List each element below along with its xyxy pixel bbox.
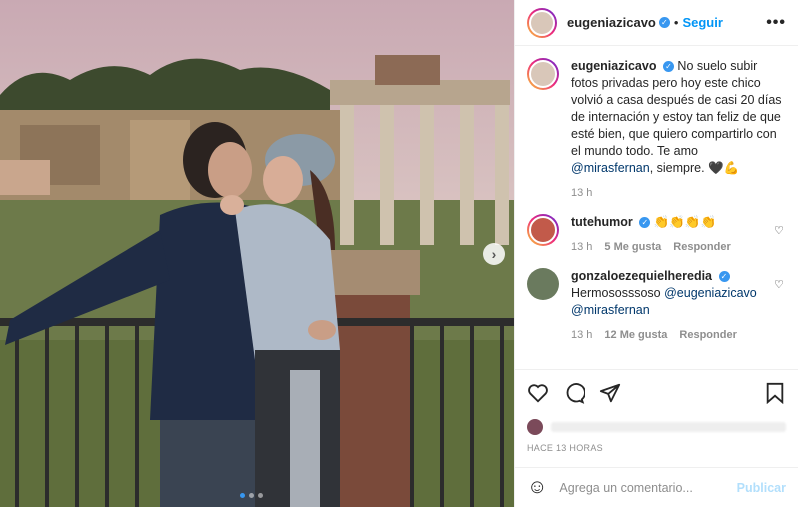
verified-icon: ✓: [639, 217, 651, 229]
caption-username[interactable]: eugeniazicavo: [571, 59, 656, 73]
photo-image: [0, 0, 514, 507]
heart-icon[interactable]: [527, 382, 549, 404]
post-sidebar: eugeniazicavo ✓ • Seguir ••• eugeniazica…: [514, 0, 798, 507]
instagram-post: › eugeniazicavo ✓ • Seguir ••• eugeniazi…: [0, 0, 798, 507]
caption-text: No suelo subir fotos privadas pero hoy e…: [571, 59, 782, 158]
action-bar: [515, 369, 798, 415]
reply-button[interactable]: Responder: [679, 327, 736, 344]
emoji-icon[interactable]: ☺: [527, 476, 547, 499]
likes-row: [515, 415, 798, 439]
carousel-dot: [249, 493, 254, 498]
heart-icon[interactable]: ♡: [774, 278, 786, 291]
more-options-icon[interactable]: •••: [766, 14, 786, 32]
heart-icon[interactable]: ♡: [774, 224, 786, 237]
post-photo[interactable]: ›: [0, 0, 514, 507]
follow-button[interactable]: Seguir: [682, 15, 722, 30]
avatar[interactable]: [527, 419, 543, 435]
list-item: gonzaloezequielheredia ✓ Hermososssoso @…: [527, 268, 786, 344]
separator: •: [673, 15, 679, 30]
header-username[interactable]: eugeniazicavo: [567, 15, 656, 30]
verified-icon: ✓: [662, 61, 674, 73]
avatar[interactable]: [527, 58, 559, 90]
comment-icon[interactable]: [563, 382, 585, 404]
caption: eugeniazicavo ✓ No suelo subir fotos pri…: [527, 58, 786, 202]
comments-list: eugeniazicavo ✓ No suelo subir fotos pri…: [515, 46, 798, 369]
caption-time[interactable]: 13 h: [571, 185, 592, 202]
publish-button[interactable]: Publicar: [737, 481, 786, 495]
post-time[interactable]: HACE 13 HORAS: [515, 439, 798, 467]
avatar[interactable]: [527, 214, 559, 246]
verified-icon: ✓: [718, 271, 730, 283]
post-header: eugeniazicavo ✓ • Seguir •••: [515, 0, 798, 46]
carousel-dots: [240, 493, 263, 498]
share-icon[interactable]: [599, 382, 621, 404]
comment-likes[interactable]: 12 Me gusta: [604, 327, 667, 344]
reply-button[interactable]: Responder: [673, 239, 730, 256]
avatar[interactable]: [527, 7, 557, 38]
comment-time[interactable]: 13 h: [571, 327, 592, 344]
comment-text: 👏👏👏👏: [653, 215, 717, 229]
caption-text-end: , siempre. 🖤💪: [649, 161, 740, 175]
carousel-dot: [258, 493, 263, 498]
comment-username[interactable]: tutehumor: [571, 215, 633, 229]
bookmark-icon[interactable]: [764, 382, 786, 404]
add-comment: ☺ Publicar: [515, 467, 798, 507]
likes-summary[interactable]: [550, 422, 786, 432]
caption-mention[interactable]: @mirasfernan: [571, 161, 650, 175]
carousel-dot: [240, 493, 245, 498]
list-item: tutehumor ✓ 👏👏👏👏 13 h 5 Me gusta Respond…: [527, 214, 786, 256]
comment-input[interactable]: [559, 480, 737, 495]
comment-username[interactable]: gonzaloezequielheredia: [571, 269, 712, 283]
comment-text: Hermososssoso: [571, 286, 661, 300]
comment-likes[interactable]: 5 Me gusta: [604, 239, 661, 256]
avatar[interactable]: [527, 268, 559, 300]
verified-icon: ✓: [658, 17, 670, 28]
next-icon[interactable]: ›: [483, 243, 505, 265]
comment-time[interactable]: 13 h: [571, 239, 592, 256]
